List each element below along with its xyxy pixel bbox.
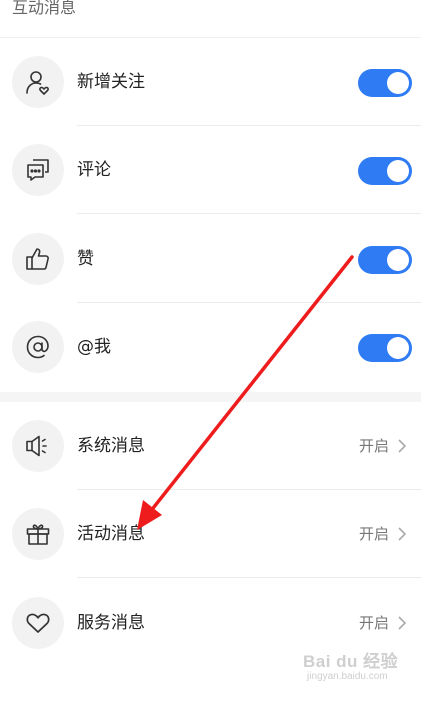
divider <box>77 213 421 214</box>
thumbs-up-icon <box>12 233 64 285</box>
status-text: 开启 <box>358 614 389 632</box>
heart-icon <box>12 597 64 649</box>
setting-row-system-messages[interactable]: 系统消息 开启 <box>0 402 421 490</box>
setting-row-like[interactable]: 赞 <box>0 215 421 303</box>
setting-label: 评论 <box>77 160 111 180</box>
setting-row-comment[interactable]: 评论 <box>0 126 421 214</box>
comment-toggle[interactable] <box>358 157 412 185</box>
toggle-knob <box>387 249 409 271</box>
divider <box>77 577 421 578</box>
chevron-right-icon <box>398 439 406 453</box>
gift-icon <box>12 508 64 560</box>
chevron-right-icon <box>398 616 406 630</box>
watermark-url: jingyan.baidu.com <box>307 671 388 682</box>
chevron-right-icon <box>398 527 406 541</box>
toggle-knob <box>387 337 409 359</box>
toggle-knob <box>387 72 409 94</box>
watermark: Bai du 经验 jingyan.baidu.com <box>303 647 399 687</box>
toggle-knob <box>387 160 409 182</box>
at-mention-icon <box>12 321 64 373</box>
setting-label: 系统消息 <box>77 436 145 456</box>
setting-label: 新增关注 <box>77 72 145 92</box>
section-title: 互动消息 <box>12 0 77 17</box>
setting-row-mention[interactable]: @我 <box>0 303 421 391</box>
setting-row-new-follower[interactable]: 新增关注 <box>0 38 421 126</box>
comment-icon <box>12 144 64 196</box>
status-text: 开启 <box>358 437 389 455</box>
new-follower-toggle[interactable] <box>358 69 412 97</box>
watermark-brand: Bai du 经验 <box>303 652 399 671</box>
like-toggle[interactable] <box>358 246 412 274</box>
setting-label: 赞 <box>77 249 94 269</box>
status-text: 开启 <box>358 525 389 543</box>
setting-label: 服务消息 <box>77 613 145 633</box>
section-separator <box>0 392 421 402</box>
mention-toggle[interactable] <box>358 334 412 362</box>
speaker-icon <box>12 420 64 472</box>
user-heart-icon <box>12 56 64 108</box>
setting-label: 活动消息 <box>77 524 145 544</box>
setting-label: @我 <box>77 337 111 357</box>
setting-row-activity-messages[interactable]: 活动消息 开启 <box>0 490 421 578</box>
